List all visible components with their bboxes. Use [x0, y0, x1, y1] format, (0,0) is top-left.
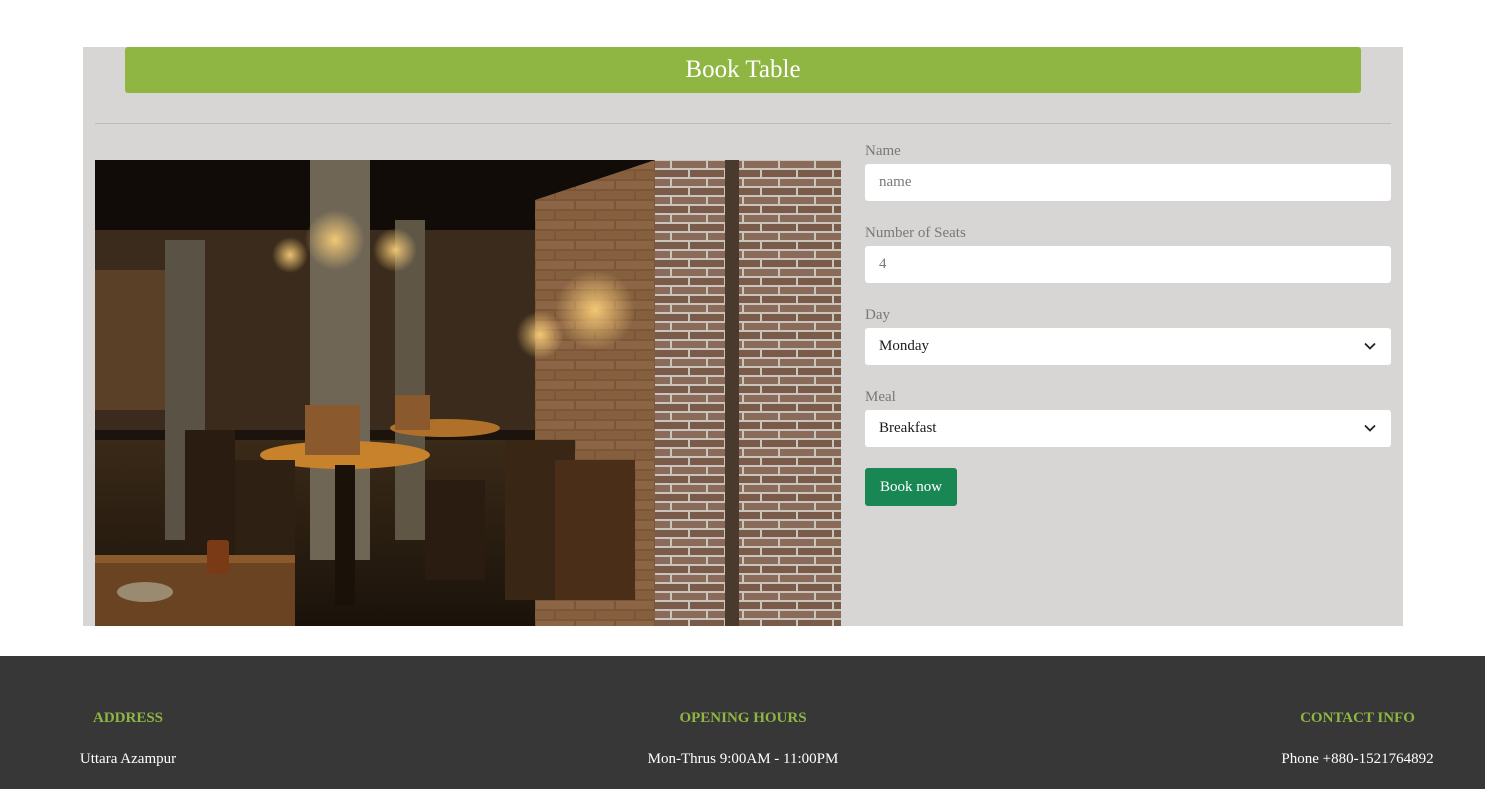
hours-text: Mon-Thrus 9:00AM - 11:00PM — [647, 751, 839, 767]
hours-heading: OPENING HOURS — [679, 710, 807, 726]
booking-form: Name name Number of Seats 4 Day Monday M… — [865, 142, 1391, 506]
name-input[interactable]: name — [865, 164, 1391, 201]
meal-select-value: Breakfast — [879, 420, 937, 436]
address-text: Uttara Azampur — [79, 751, 177, 767]
restaurant-photo — [95, 160, 841, 626]
footer-hours: OPENING HOURS Mon-Thrus 9:00AM - 11:00PM — [600, 708, 886, 769]
day-select[interactable]: Monday — [865, 328, 1391, 365]
address-heading: ADDRESS — [92, 710, 164, 726]
name-group: Name name — [865, 142, 1391, 201]
contact-text: Phone +880-1521764892 — [1281, 751, 1434, 767]
seats-input[interactable]: 4 — [865, 246, 1391, 283]
meal-select[interactable]: Breakfast — [865, 410, 1391, 447]
day-label: Day — [865, 307, 890, 323]
book-now-button[interactable]: Book now — [865, 468, 957, 506]
footer-contact: CONTACT INFO Phone +880-1521764892 — [1266, 708, 1449, 769]
day-select-value: Monday — [879, 338, 929, 354]
name-label: Name — [865, 143, 901, 159]
chevron-down-icon — [1364, 424, 1376, 432]
seats-group: Number of Seats 4 — [865, 224, 1391, 283]
meal-label: Meal — [865, 389, 896, 405]
contact-heading: CONTACT INFO — [1300, 710, 1415, 726]
booking-section: Book Table Name name Number of Seats 4 D… — [83, 47, 1403, 626]
book-table-title: Book Table — [125, 47, 1361, 93]
seats-label: Number of Seats — [865, 225, 966, 241]
footer: ADDRESS Uttara Azampur OPENING HOURS Mon… — [0, 656, 1485, 789]
divider — [95, 123, 1391, 124]
chevron-down-icon — [1364, 342, 1376, 350]
footer-address: ADDRESS Uttara Azampur — [68, 708, 188, 769]
meal-group: Meal Breakfast — [865, 388, 1391, 447]
day-group: Day Monday — [865, 306, 1391, 365]
